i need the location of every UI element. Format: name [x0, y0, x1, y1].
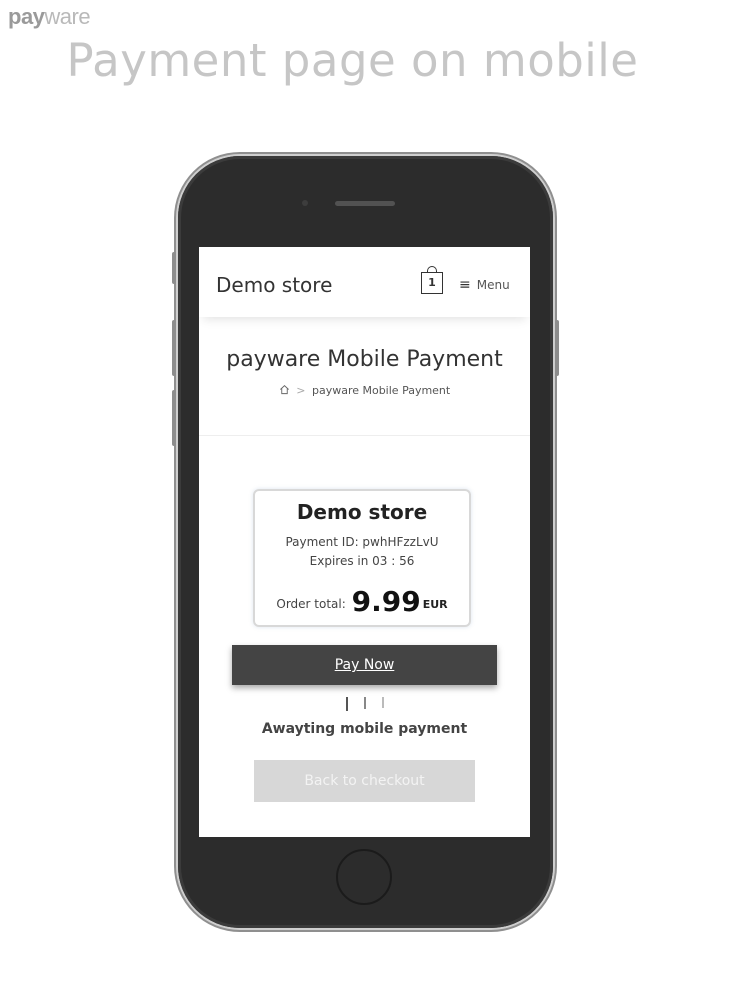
back-to-checkout-button[interactable]: Back to checkout	[254, 760, 475, 802]
hamburger-icon: ≡	[459, 277, 471, 293]
breadcrumb-separator: >	[296, 384, 306, 397]
page-title: payware Mobile Payment	[226, 347, 503, 372]
breadcrumb-current: payware Mobile Payment	[311, 384, 451, 397]
store-header: Demo store 1 ≡ Menu	[199, 247, 530, 317]
page-title-area: payware Mobile Payment > payware Mobile …	[199, 317, 530, 436]
phone-mute-switch	[172, 252, 176, 284]
phone-screen: Demo store 1 ≡ Menu payware Mobile Paymen…	[199, 247, 530, 837]
phone-mockup: Demo store 1 ≡ Menu payware Mobile Paymen…	[172, 156, 559, 928]
menu-label: Menu	[476, 278, 510, 292]
order-total: Order total: 9.99 EUR	[255, 585, 469, 618]
cart-icon[interactable]: 1	[421, 266, 443, 294]
logo-part-pay: pay	[8, 4, 45, 29]
payment-card: Demo store Payment ID: pwhHFzzLvU Expire…	[253, 489, 471, 627]
spinner-bar	[364, 697, 366, 709]
page-headline: Payment page on mobile	[66, 34, 639, 87]
spinner-bar	[382, 697, 384, 708]
phone-speaker	[335, 201, 395, 206]
logo-part-ware: ware	[44, 4, 91, 29]
payment-status-text: Awayting mobile payment	[261, 721, 468, 737]
payment-id: Payment ID: pwhHFzzLvU	[285, 535, 439, 549]
store-name-link[interactable]: Demo store	[216, 273, 332, 297]
phone-volume-up	[172, 320, 176, 376]
phone-camera	[302, 200, 308, 206]
loading-spinner-icon	[345, 697, 385, 711]
order-currency: EUR	[422, 598, 448, 611]
order-total-label: Order total:	[276, 597, 346, 611]
home-icon[interactable]	[279, 384, 290, 395]
pay-now-button[interactable]: Pay Now	[232, 645, 497, 685]
expires-timer: Expires in 03 : 56	[309, 554, 415, 568]
order-amount: 9.99	[351, 585, 421, 618]
breadcrumb: > payware Mobile Payment	[199, 384, 530, 397]
phone-power-button	[555, 320, 559, 376]
payware-logo: payware	[8, 4, 91, 30]
phone-volume-down	[172, 390, 176, 446]
menu-button[interactable]: ≡ Menu	[459, 277, 510, 293]
phone-home-button	[336, 849, 392, 905]
card-store-name: Demo store	[296, 500, 428, 524]
spinner-bar	[346, 697, 348, 711]
